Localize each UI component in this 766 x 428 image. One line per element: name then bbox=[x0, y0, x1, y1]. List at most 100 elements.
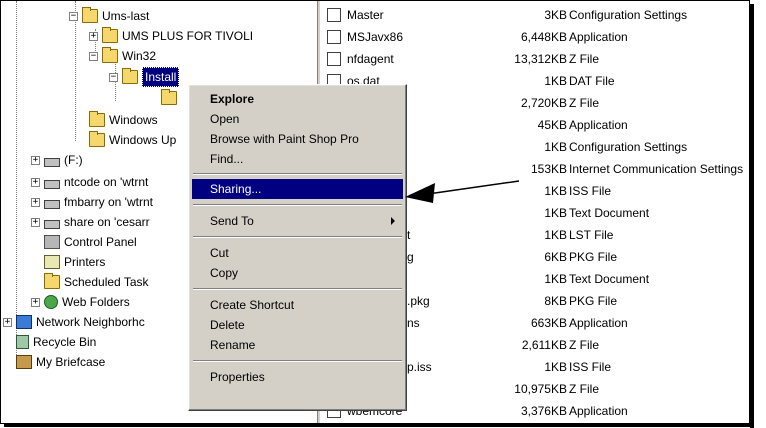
tree-item-share[interactable]: + share on 'cesarr bbox=[31, 213, 150, 231]
file-size: 6KB bbox=[544, 250, 567, 264]
menu-separator bbox=[193, 236, 402, 238]
file-size: 1KB bbox=[544, 272, 567, 286]
menu-item-explore[interactable]: Explore bbox=[192, 89, 403, 109]
file-size: 2,611KB bbox=[521, 338, 567, 352]
tree-item-label: Network Neighborhc bbox=[36, 315, 145, 329]
file-name: nfdagent bbox=[347, 52, 394, 66]
tree-item-ntcode[interactable]: + ntcode on 'wtrnt bbox=[31, 173, 148, 191]
network-drive-icon bbox=[44, 219, 60, 229]
menu-item-properties[interactable]: Properties bbox=[192, 367, 403, 387]
list-item[interactable]: nfdagent 13,312KB Z File bbox=[321, 48, 749, 70]
file-type: Z File bbox=[569, 52, 599, 66]
folder-icon bbox=[89, 131, 105, 147]
recycle-bin-icon bbox=[16, 335, 29, 349]
menu-item-send-to[interactable]: Send To bbox=[192, 211, 403, 231]
file-size: 13,312KB bbox=[514, 52, 567, 66]
tree-item-label: Windows Up bbox=[109, 133, 177, 147]
tree-item-label: Install bbox=[142, 67, 180, 87]
context-menu: Explore Open Browse with Paint Shop Pro … bbox=[188, 84, 407, 411]
folder-icon bbox=[161, 89, 177, 105]
menu-item-cut[interactable]: Cut bbox=[192, 243, 403, 263]
briefcase-icon bbox=[16, 355, 32, 369]
tree-item-drive-f[interactable]: + (F:) bbox=[31, 151, 83, 169]
menu-separator bbox=[193, 173, 402, 175]
printer-icon bbox=[44, 255, 60, 269]
file-type: ISS File bbox=[569, 360, 612, 374]
file-type: Application bbox=[569, 404, 628, 418]
file-size: 2,720KB bbox=[520, 96, 567, 110]
file-type: Application bbox=[569, 118, 628, 132]
file-size: 1KB bbox=[544, 140, 567, 154]
file-type: Application bbox=[569, 316, 628, 330]
network-neighborhood-icon bbox=[16, 315, 32, 329]
tree-item-subfolder[interactable] bbox=[161, 89, 181, 107]
tree-item-fmbarry[interactable]: + fmbarry on 'wtrnt bbox=[31, 193, 153, 211]
file-type: PKG File bbox=[569, 250, 618, 264]
control-panel-icon bbox=[44, 235, 60, 249]
expand-icon[interactable]: + bbox=[89, 31, 98, 41]
tree-item-win32[interactable]: − Win32 bbox=[89, 47, 156, 65]
file-size: 8KB bbox=[544, 294, 567, 308]
tree-item-ums-last[interactable]: − Ums-last bbox=[69, 7, 149, 25]
scheduled-tasks-icon bbox=[44, 273, 60, 289]
tree-item-windows[interactable]: Windows bbox=[89, 111, 158, 129]
file-type: ISS File bbox=[569, 184, 612, 198]
file-type: Z File bbox=[569, 96, 599, 110]
menu-item-sharing[interactable]: Sharing... bbox=[192, 179, 403, 199]
collapse-icon[interactable]: − bbox=[89, 51, 98, 61]
expand-icon[interactable]: + bbox=[31, 177, 40, 187]
menu-item-browse-paint-shop-pro[interactable]: Browse with Paint Shop Pro bbox=[192, 129, 403, 149]
expand-icon[interactable]: + bbox=[3, 317, 12, 327]
expand-icon[interactable]: + bbox=[31, 217, 40, 227]
expand-icon[interactable]: + bbox=[31, 297, 40, 307]
tree-item-printers[interactable]: Printers bbox=[44, 253, 105, 271]
menu-item-find[interactable]: Find... bbox=[192, 149, 403, 169]
tree-item-recycle-bin[interactable]: Recycle Bin bbox=[16, 333, 96, 351]
list-item[interactable]: Master 3KB Configuration Settings bbox=[321, 4, 749, 26]
file-size: 1KB bbox=[544, 360, 567, 374]
tree-line bbox=[16, 1, 17, 361]
collapse-icon[interactable]: − bbox=[109, 72, 118, 82]
file-size: 663KB bbox=[530, 316, 567, 330]
file-icon bbox=[327, 52, 341, 66]
menu-separator bbox=[193, 360, 402, 362]
file-size: 10,975KB bbox=[514, 382, 567, 396]
expand-icon[interactable]: + bbox=[31, 197, 40, 207]
collapse-icon[interactable]: − bbox=[69, 11, 78, 21]
menu-item-copy[interactable]: Copy bbox=[192, 263, 403, 283]
file-size: 1KB bbox=[544, 228, 567, 242]
tree-item-install[interactable]: − Install bbox=[109, 67, 180, 87]
file-size: 45KB bbox=[537, 118, 567, 132]
menu-item-open[interactable]: Open bbox=[192, 109, 403, 129]
menu-separator bbox=[193, 288, 402, 290]
file-name: MSJavx86 bbox=[347, 30, 404, 44]
tree-item-network-neighborhood[interactable]: + Network Neighborhc bbox=[3, 313, 145, 331]
tree-item-label: (F:) bbox=[64, 153, 83, 167]
annotation-arrow-icon bbox=[405, 180, 520, 203]
window-shadow bbox=[750, 4, 754, 428]
tree-item-label: ntcode on 'wtrnt bbox=[64, 175, 149, 189]
file-size: 3KB bbox=[544, 8, 567, 22]
tree-item-windows-up[interactable]: Windows Up bbox=[89, 131, 176, 149]
menu-item-delete[interactable]: Delete bbox=[192, 315, 403, 335]
application-icon bbox=[327, 30, 341, 44]
expand-icon[interactable]: + bbox=[31, 155, 40, 165]
menu-item-create-shortcut[interactable]: Create Shortcut bbox=[192, 295, 403, 315]
menu-item-rename[interactable]: Rename bbox=[192, 335, 403, 355]
file-type: DAT File bbox=[569, 74, 615, 88]
list-item[interactable]: MSJavx86 6,448KB Application bbox=[321, 26, 749, 48]
file-name: ns bbox=[407, 316, 420, 330]
file-type: Internet Communication Settings bbox=[569, 162, 744, 176]
file-name: g bbox=[407, 250, 414, 264]
tree-item-scheduled-tasks[interactable]: Scheduled Task bbox=[44, 273, 149, 291]
tree-item-label: My Briefcase bbox=[36, 355, 106, 369]
file-type: Application bbox=[569, 30, 628, 44]
folder-icon bbox=[102, 27, 118, 43]
tree-item-ums-plus-for-tivoli[interactable]: + UMS PLUS FOR TIVOLI bbox=[89, 27, 253, 45]
network-drive-icon bbox=[44, 179, 60, 189]
tree-item-my-briefcase[interactable]: My Briefcase bbox=[16, 353, 105, 371]
web-folders-icon bbox=[44, 295, 58, 309]
tree-item-control-panel[interactable]: Control Panel bbox=[44, 233, 137, 251]
tree-item-web-folders[interactable]: + Web Folders bbox=[31, 293, 130, 311]
tree-item-label: Win32 bbox=[122, 49, 157, 63]
